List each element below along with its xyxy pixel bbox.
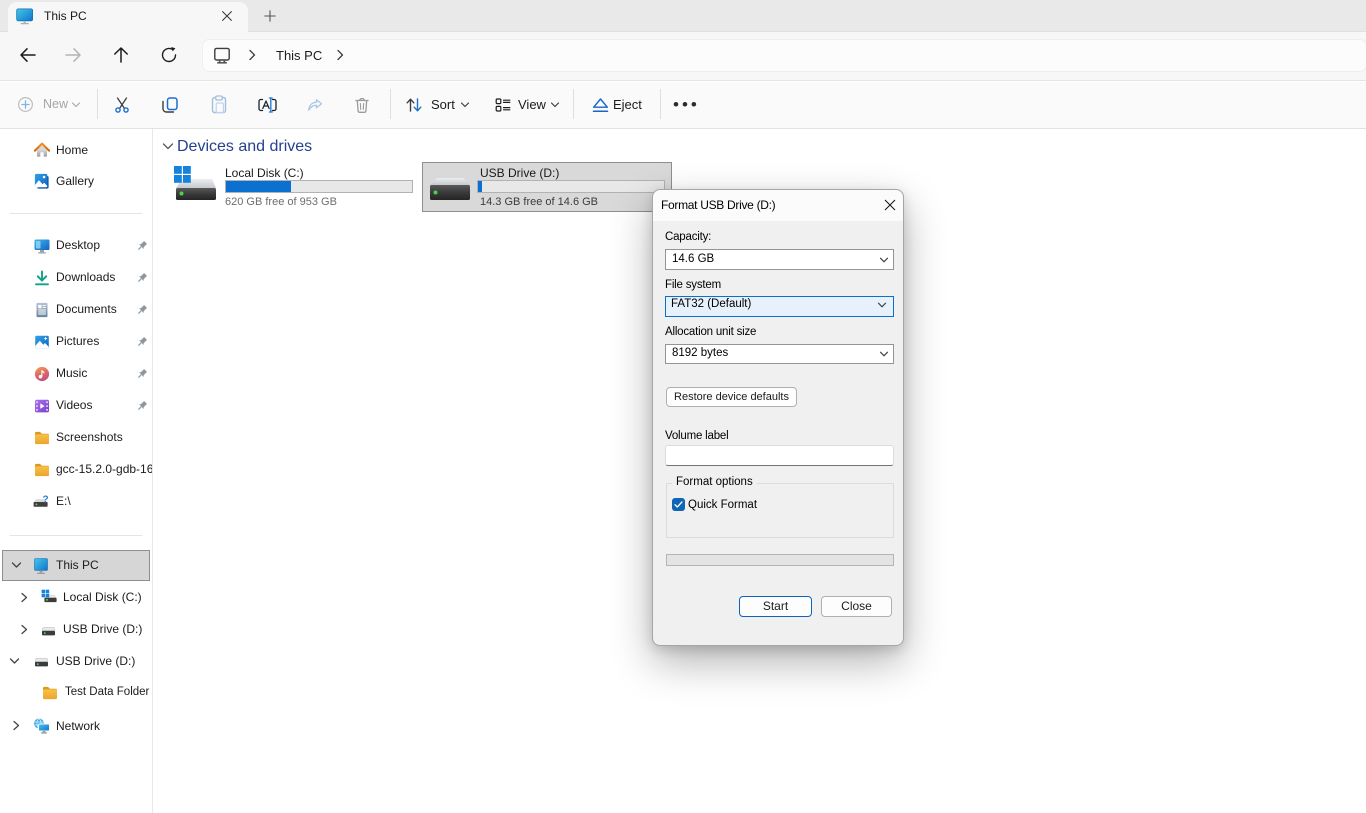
svg-text:?: ?	[43, 495, 49, 506]
